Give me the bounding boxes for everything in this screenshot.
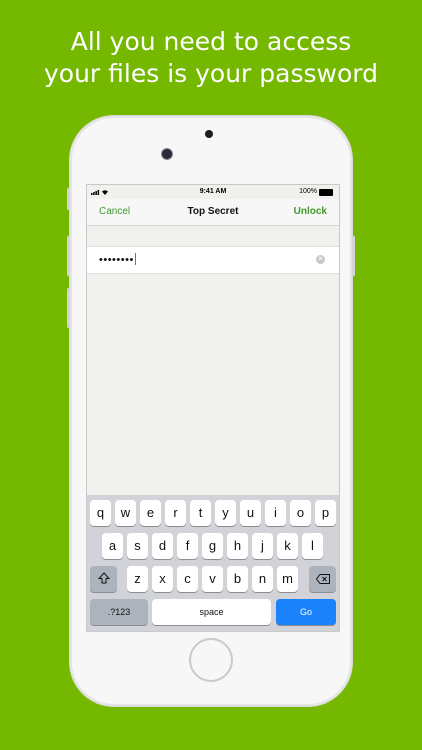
key-g[interactable]: g bbox=[202, 533, 223, 559]
battery-icon bbox=[319, 189, 333, 196]
key-r[interactable]: r bbox=[165, 500, 186, 526]
key-q[interactable]: q bbox=[90, 500, 111, 526]
volume-down-button bbox=[67, 288, 70, 328]
key-p[interactable]: p bbox=[315, 500, 336, 526]
password-input[interactable]: •••••••• bbox=[99, 253, 137, 266]
go-key[interactable]: Go bbox=[276, 599, 336, 625]
key-i[interactable]: i bbox=[265, 500, 286, 526]
keyboard: q w e r t y u i o p a s d f g h j k l z … bbox=[87, 495, 339, 631]
headline-line-2: your files is your password bbox=[44, 59, 378, 88]
key-f[interactable]: f bbox=[177, 533, 198, 559]
key-j[interactable]: j bbox=[252, 533, 273, 559]
key-u[interactable]: u bbox=[240, 500, 261, 526]
navigation-bar: Cancel Top Secret Unlock bbox=[87, 199, 339, 226]
key-n[interactable]: n bbox=[252, 566, 273, 592]
home-button[interactable] bbox=[189, 638, 233, 682]
space-key[interactable]: space bbox=[152, 599, 271, 625]
shift-key[interactable] bbox=[90, 566, 117, 592]
power-button bbox=[352, 236, 355, 276]
key-s[interactable]: s bbox=[127, 533, 148, 559]
key-y[interactable]: y bbox=[215, 500, 236, 526]
key-l[interactable]: l bbox=[302, 533, 323, 559]
key-k[interactable]: k bbox=[277, 533, 298, 559]
phone-screen: 9:41 AM 100% Cancel Top Secret Unlock ••… bbox=[86, 184, 340, 632]
password-value: •••••••• bbox=[99, 254, 134, 266]
key-x[interactable]: x bbox=[152, 566, 173, 592]
key-h[interactable]: h bbox=[227, 533, 248, 559]
key-c[interactable]: c bbox=[177, 566, 198, 592]
key-d[interactable]: d bbox=[152, 533, 173, 559]
key-t[interactable]: t bbox=[190, 500, 211, 526]
password-field[interactable]: •••••••• ✕ bbox=[87, 246, 339, 274]
mute-switch bbox=[67, 188, 70, 210]
text-caret bbox=[134, 253, 137, 265]
volume-up-button bbox=[67, 236, 70, 276]
unlock-button[interactable]: Unlock bbox=[294, 206, 327, 217]
battery-percent: 100% bbox=[299, 188, 317, 195]
key-o[interactable]: o bbox=[290, 500, 311, 526]
delete-key[interactable] bbox=[309, 566, 336, 592]
numbers-key[interactable]: .?123 bbox=[90, 599, 148, 625]
key-b[interactable]: b bbox=[227, 566, 248, 592]
key-w[interactable]: w bbox=[115, 500, 136, 526]
shift-icon bbox=[97, 571, 110, 586]
front-camera bbox=[161, 148, 173, 160]
clear-icon[interactable]: ✕ bbox=[316, 255, 325, 264]
key-v[interactable]: v bbox=[202, 566, 223, 592]
headline-line-1: All you need to access bbox=[70, 27, 352, 56]
key-m[interactable]: m bbox=[277, 566, 298, 592]
headline: All you need to access your files is you… bbox=[0, 26, 422, 90]
status-bar: 9:41 AM 100% bbox=[87, 185, 339, 199]
key-e[interactable]: e bbox=[140, 500, 161, 526]
key-z[interactable]: z bbox=[127, 566, 148, 592]
key-a[interactable]: a bbox=[102, 533, 123, 559]
earpiece bbox=[205, 130, 213, 138]
delete-icon bbox=[315, 571, 330, 586]
